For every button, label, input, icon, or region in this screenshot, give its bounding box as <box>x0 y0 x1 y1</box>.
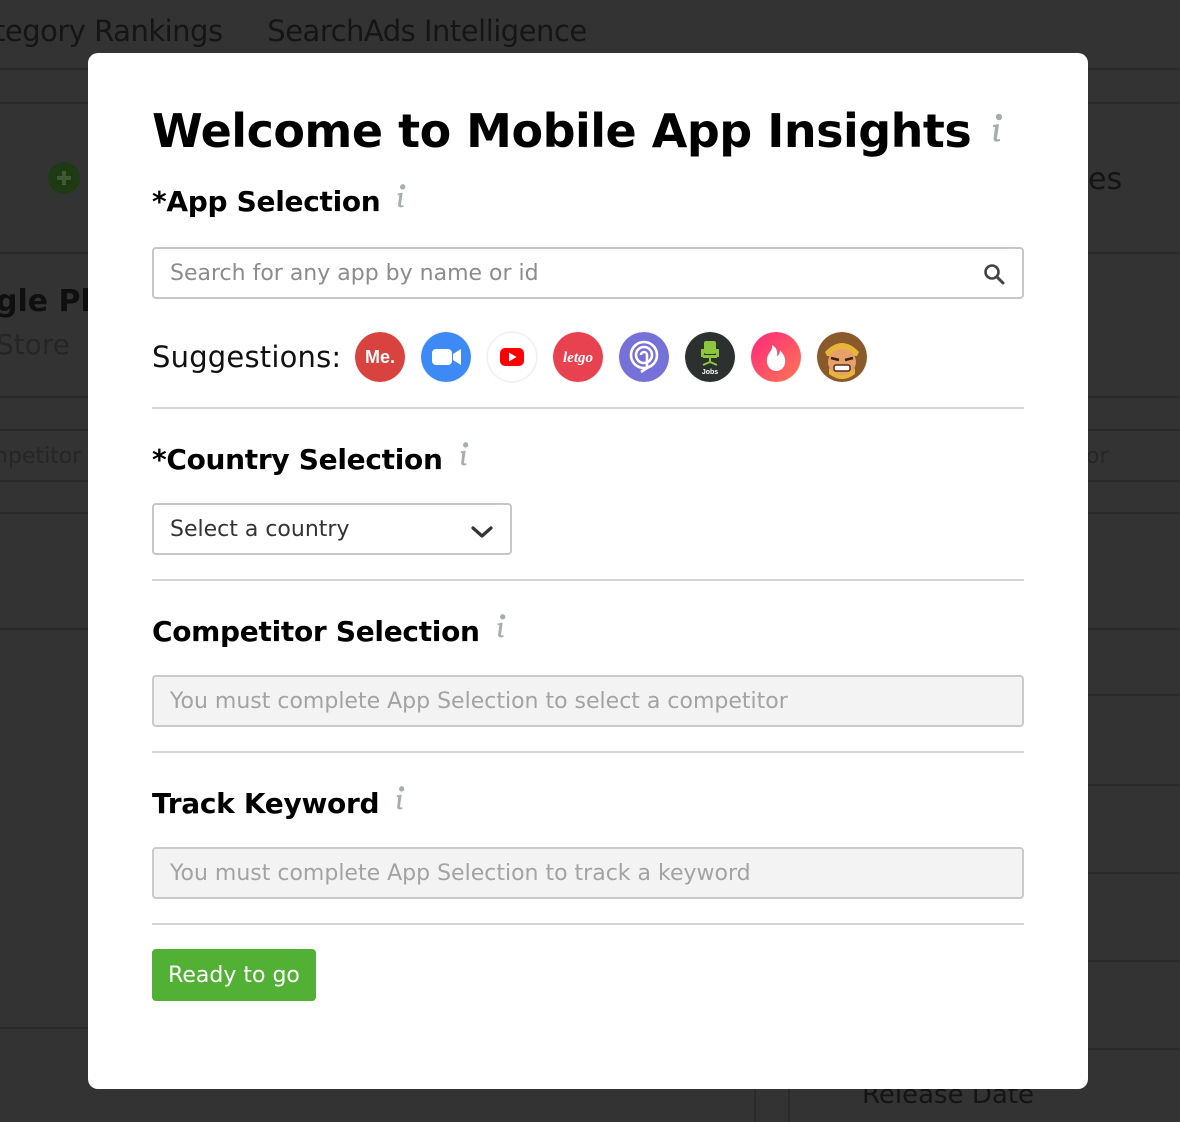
jobs-app-icon[interactable]: Jobs <box>685 332 736 382</box>
bg-divider <box>1088 694 1180 696</box>
bg-store-title: gle Pl <box>0 284 91 319</box>
bg-divider <box>0 1027 100 1029</box>
zoom-app-icon[interactable] <box>421 332 472 382</box>
section-divider <box>152 579 1024 581</box>
me-app-icon[interactable]: Me. <box>355 332 406 382</box>
competitor-selection-heading: Competitor Selection <box>152 611 1024 651</box>
section-divider <box>152 407 1024 409</box>
svg-text:Me.: Me. <box>365 347 395 367</box>
track-keyword-placeholder: You must complete App Selection to track… <box>170 860 751 886</box>
chevron-down-icon <box>470 521 494 538</box>
competitor-input[interactable]: You must complete App Selection to selec… <box>152 675 1024 727</box>
app-suggestions: Suggestions: Me. letgo Jobs <box>152 331 1024 383</box>
add-icon <box>48 162 80 194</box>
track-keyword-input[interactable]: You must complete App Selection to track… <box>152 847 1024 899</box>
suggestions-label: Suggestions: <box>152 340 342 374</box>
app-search-placeholder: Search for any app by name or id <box>170 260 539 286</box>
bg-right-header: es <box>1088 162 1123 197</box>
info-icon[interactable] <box>395 784 405 812</box>
youtube-app-icon[interactable] <box>487 332 538 382</box>
country-select-value: Select a country <box>170 516 350 542</box>
country-selection-heading-text: *Country Selection <box>152 442 443 476</box>
bg-competitor-label-left: npetitor <box>0 444 82 469</box>
tinder-app-icon[interactable] <box>751 332 802 382</box>
competitor-input-placeholder: You must complete App Selection to selec… <box>170 688 788 714</box>
app-selection-heading: *App Selection <box>152 181 1024 221</box>
bg-divider <box>1088 872 1180 874</box>
info-icon[interactable] <box>991 113 1003 143</box>
country-selection-heading: *Country Selection <box>152 439 1024 479</box>
tab-category-rankings: tegory Rankings <box>0 14 223 48</box>
competitor-selection-heading-text: Competitor Selection <box>152 614 480 648</box>
section-divider <box>152 923 1024 925</box>
info-icon[interactable] <box>396 182 406 210</box>
letgo-app-icon[interactable]: letgo <box>553 332 604 382</box>
bg-divider <box>1088 784 1180 786</box>
svg-text:Jobs: Jobs <box>702 369 718 376</box>
svg-text:letgo: letgo <box>563 350 593 366</box>
bg-competitor-label-right: or <box>1086 444 1109 469</box>
modal-title-text: Welcome to Mobile App Insights <box>152 104 972 158</box>
clash-of-clans-app-icon[interactable] <box>817 332 868 382</box>
bg-column-divider <box>788 1089 790 1122</box>
tab-searchads-intelligence: SearchAds Intelligence <box>267 14 587 48</box>
bg-store-subtitle: Store <box>0 328 71 361</box>
background-nav-tabs: tegory Rankings SearchAds Intelligence <box>0 14 623 48</box>
life360-app-icon[interactable] <box>619 332 670 382</box>
track-keyword-heading: Track Keyword <box>152 783 1024 823</box>
search-icon[interactable] <box>982 262 1006 286</box>
section-divider <box>152 751 1024 753</box>
info-icon[interactable] <box>496 612 506 640</box>
app-selection-heading-text: *App Selection <box>152 184 381 218</box>
bg-column-divider <box>754 1089 756 1122</box>
country-select[interactable]: Select a country <box>152 503 512 555</box>
modal-title: Welcome to Mobile App Insights <box>152 101 1024 161</box>
info-icon[interactable] <box>459 440 469 468</box>
app-search-input[interactable]: Search for any app by name or id <box>152 247 1024 299</box>
track-keyword-heading-text: Track Keyword <box>152 786 380 820</box>
ready-to-go-button[interactable]: Ready to go <box>152 949 316 1001</box>
bg-divider <box>1088 1048 1180 1050</box>
bg-divider <box>1088 960 1180 962</box>
welcome-modal: Welcome to Mobile App Insights *App Sele… <box>88 53 1088 1089</box>
